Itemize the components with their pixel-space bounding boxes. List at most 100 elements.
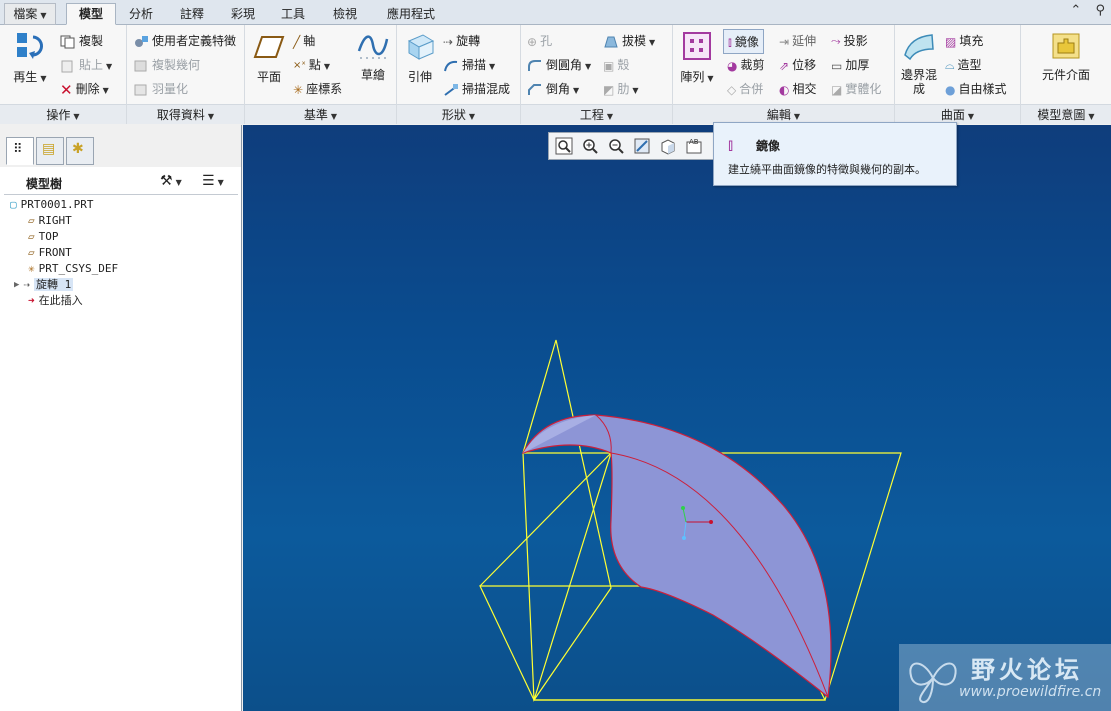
tree-settings-icon[interactable]: ⚒ ▼ [160, 173, 182, 189]
group-label-get-data[interactable]: 取得資料 ▼ [127, 104, 244, 124]
tab-annotate[interactable]: 註釋 [168, 3, 216, 25]
tab-model[interactable]: 模型 [66, 3, 116, 25]
pattern-button[interactable]: 陣列 ▼ [675, 31, 719, 86]
extend-button[interactable]: ⇥ 延伸 [779, 32, 816, 49]
refit-icon[interactable] [555, 137, 575, 157]
mirror-tooltip: ⫾ 鏡像 建立繞平曲面鏡像的特徵與幾何的副本。 [713, 122, 957, 186]
rib-button[interactable]: ◩ 肋 ▼ [603, 80, 639, 97]
group-get-data: 使用者定義特徵 複製幾何 羽量化 取得資料 ▼ [127, 25, 245, 124]
zoom-in-icon[interactable] [581, 137, 601, 157]
boundary-blend-button[interactable]: 邊界混成 [897, 31, 941, 96]
expand-arrow-icon[interactable]: ▶ [14, 277, 19, 293]
group-label-editing[interactable]: 編輯 ▼ [673, 104, 894, 124]
style-button[interactable]: ⌓ 造型 [945, 56, 982, 73]
tab-tools[interactable]: 工具 [270, 3, 316, 25]
tab-applications[interactable]: 應用程式 [374, 3, 448, 25]
chamfer-button[interactable]: 倒角 ▼ [527, 80, 579, 97]
favorites-tab[interactable]: ✱ [66, 137, 94, 165]
hole-button[interactable]: ⊕ 孔 [527, 32, 552, 49]
repaint-icon[interactable] [633, 137, 653, 157]
group-label-engineering[interactable]: 工程 ▼ [521, 104, 672, 124]
tab-render[interactable]: 彩現 [220, 3, 266, 25]
mirror-button[interactable]: ⫾ 鏡像 [723, 29, 764, 54]
regenerate-button[interactable]: 再生 ▼ [8, 29, 52, 86]
tab-file[interactable]: 檔案 ▼ [4, 3, 56, 25]
csys-button[interactable]: ✳ 座標系 [293, 80, 342, 97]
tree-item-csys[interactable]: ✳ PRT_CSYS_DEF [28, 261, 118, 277]
paste-button[interactable]: 貼上 ▼ [60, 56, 112, 73]
tree-item-top[interactable]: ▱ TOP [28, 229, 59, 245]
search-icon[interactable]: ⚲ [1095, 3, 1105, 18]
group-label-operations[interactable]: 操作 ▼ [0, 104, 126, 124]
mirror-icon: ⫾ [728, 135, 734, 154]
shrinkwrap-button[interactable]: 羽量化 [133, 80, 188, 97]
group-label-shapes[interactable]: 形狀 ▼ [397, 104, 520, 124]
csys-icon: ✳ [293, 82, 304, 97]
freestyle-button[interactable]: ● 自由樣式 [945, 80, 1007, 97]
draft-button[interactable]: 拔模 ▼ [603, 32, 655, 49]
datum-plane-icon: ▱ [28, 246, 35, 259]
fill-button[interactable]: ▨ 填充 [945, 32, 983, 49]
sweep-button[interactable]: 掃描 ▼ [443, 56, 495, 73]
model-tree-tab[interactable]: ⠿ [6, 137, 34, 165]
part-icon: ▢ [10, 198, 17, 211]
freestyle-icon: ● [945, 82, 956, 97]
copy-geometry-button[interactable]: 複製幾何 [133, 56, 200, 73]
axis-icon: ╱ [293, 34, 301, 49]
copy-button[interactable]: 複製 [60, 32, 103, 49]
swept-blend-button[interactable]: 掃描混成 [443, 80, 510, 97]
shrinkwrap-icon [134, 84, 147, 95]
minimize-ribbon-icon[interactable]: ⌃ [1070, 3, 1081, 18]
tree-item-insert-here[interactable]: ➜ 在此插入 [28, 293, 83, 309]
revolve-icon: ⇢ [23, 278, 31, 291]
group-label-model-intent[interactable]: 模型意圖 ▼ [1021, 104, 1111, 124]
revolve-button[interactable]: ⇢ 旋轉 [443, 32, 480, 49]
tree-item-part[interactable]: ▢ PRT0001.PRT [10, 197, 93, 213]
point-button[interactable]: ×ˣ 點 ▼ [293, 56, 330, 73]
point-icon: ×ˣ [293, 60, 306, 71]
rib-icon: ◩ [603, 82, 615, 97]
annotation-display-icon[interactable]: AB [685, 137, 705, 157]
solidify-button[interactable]: ◪ 實體化 [831, 80, 881, 97]
fill-icon: ▨ [945, 34, 957, 49]
intersect-icon: ◐ [779, 82, 790, 97]
merge-icon: ◇ [727, 82, 737, 97]
tab-view[interactable]: 檢視 [320, 3, 370, 25]
tree-filters-icon[interactable]: ☰ ▼ [202, 173, 224, 189]
model-geometry [479, 339, 902, 702]
tab-analysis[interactable]: 分析 [118, 3, 164, 25]
component-interface-button[interactable]: 元件介面 [1031, 31, 1101, 82]
tree-item-right[interactable]: ▱ RIGHT [28, 213, 72, 229]
group-label-datum[interactable]: 基準 ▼ [245, 104, 396, 124]
delete-button[interactable]: ✕ 刪除 ▼ [60, 80, 109, 99]
merge-button[interactable]: ◇ 合併 [727, 80, 763, 97]
tree-item-front[interactable]: ▱ FRONT [28, 245, 72, 261]
sketch-button[interactable]: 草繪 [355, 31, 391, 82]
plane-button[interactable]: 平面 [251, 33, 287, 84]
tooltip-title: 鏡像 [756, 139, 781, 153]
extrude-button[interactable]: 引伸 [401, 31, 439, 84]
watermark: 野火论坛 www.proewildfire.cn [899, 644, 1111, 711]
udf-button[interactable]: 使用者定義特徵 [133, 32, 236, 49]
datum-plane-right[interactable] [522, 339, 612, 702]
round-button[interactable]: 倒圓角 ▼ [527, 56, 591, 73]
chamfer-icon [528, 83, 541, 95]
shell-button[interactable]: ▣ 殼 [603, 56, 629, 73]
folder-browser-tab[interactable]: ▤ [36, 137, 64, 165]
trim-button[interactable]: ◕ 裁剪 [727, 56, 765, 73]
offset-button[interactable]: ⇗ 位移 [779, 56, 816, 73]
tree-item-revolve[interactable]: ▶ ⇢ 旋轉 1 [14, 277, 74, 293]
graphics-viewport[interactable]: AB [243, 125, 1111, 711]
project-button[interactable]: ⤳ 投影 [831, 32, 868, 49]
display-style-icon[interactable] [659, 137, 679, 157]
zoom-out-icon[interactable] [607, 137, 627, 157]
intersect-button[interactable]: ◐ 相交 [779, 80, 817, 97]
group-shapes: 引伸 ⇢ 旋轉 掃描 ▼ 掃描混成 形狀 ▼ [397, 25, 521, 124]
style-icon: ⌓ [945, 58, 955, 72]
revolved-surface[interactable] [521, 414, 832, 699]
group-label-surfaces[interactable]: 曲面 ▼ [895, 104, 1020, 124]
thicken-button[interactable]: ▭ 加厚 [831, 56, 869, 73]
sweep-icon [444, 60, 458, 71]
extend-icon: ⇥ [779, 34, 790, 49]
axis-button[interactable]: ╱ 軸 [293, 32, 315, 49]
